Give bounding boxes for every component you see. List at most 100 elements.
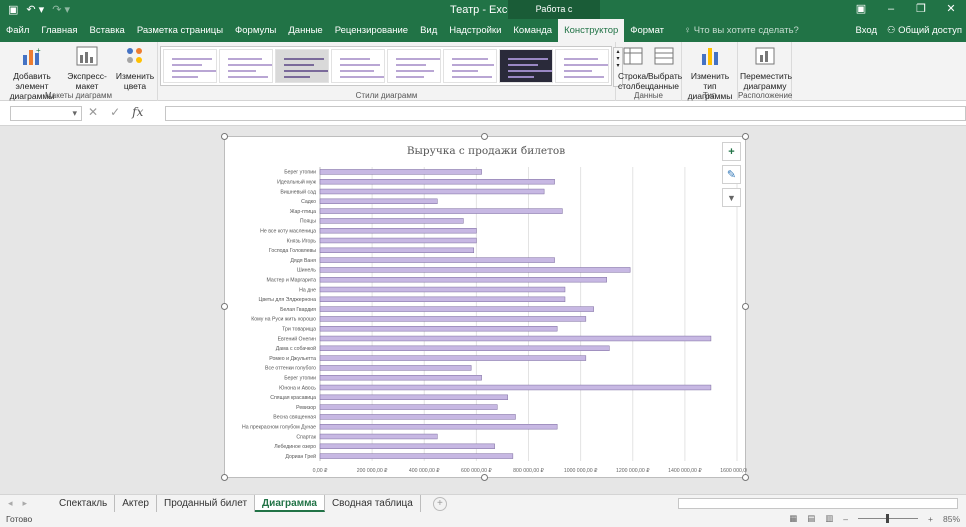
chart-area[interactable]: Выручка с продажи билетов 0,00 ₽ 200 000,0…: [224, 136, 747, 478]
tell-me-search[interactable]: ♀ Что вы хотите сделать?: [670, 19, 799, 42]
tab-insert[interactable]: Вставка: [84, 19, 131, 42]
select-data-button[interactable]: Выбрать данные: [648, 45, 682, 91]
enter-icon[interactable]: ✓: [110, 105, 120, 119]
category-label: Все оттенки голубого: [265, 366, 316, 372]
zoom-level[interactable]: 85%: [943, 514, 960, 524]
sheet-tab-performance[interactable]: Спектакль: [52, 495, 116, 512]
x-tick-label: 1000 000,00 ₽: [564, 468, 598, 474]
tab-view[interactable]: Вид: [414, 19, 443, 42]
tab-design[interactable]: Конструктор: [558, 19, 625, 42]
add-sheet-button[interactable]: +: [432, 496, 447, 511]
page-break-view-icon[interactable]: ▥: [825, 513, 833, 524]
chart-style-2[interactable]: [219, 49, 273, 83]
normal-view-icon[interactable]: ▦: [789, 513, 797, 524]
resize-handle-tc[interactable]: [481, 133, 488, 140]
switch-row-column-icon: [623, 47, 643, 65]
bar: [319, 198, 438, 204]
restore-button[interactable]: ❐: [906, 0, 936, 19]
bar: [319, 286, 566, 293]
resize-handle-tr[interactable]: [742, 133, 749, 140]
insert-function-icon[interactable]: fx: [132, 105, 143, 119]
resize-handle-bl[interactable]: [221, 474, 228, 481]
chart-style-1[interactable]: [163, 49, 217, 83]
share-button[interactable]: ⚇ Общий доступ: [887, 19, 962, 42]
name-box[interactable]: ▾: [10, 106, 82, 121]
change-colors-button[interactable]: Изменить цвета: [114, 45, 156, 91]
category-label: Лебединое озеро: [274, 444, 316, 450]
x-tick-label: 400 000,00 ₽: [409, 468, 440, 474]
category-label: Вишневый сад: [280, 188, 316, 195]
minimize-button[interactable]: –: [876, 0, 906, 19]
formula-input[interactable]: [165, 106, 966, 121]
tab-page-layout[interactable]: Разметка страницы: [131, 19, 229, 42]
close-button[interactable]: ✕: [936, 0, 966, 19]
sheet-tabs-bar: ◂ ▸ Спектакль Актер Проданный билет Диаг…: [0, 494, 966, 512]
bar: [319, 208, 563, 214]
zoom-in-button[interactable]: +: [928, 514, 933, 524]
chart-style-3[interactable]: [275, 49, 329, 83]
undo-icon[interactable]: ↶ ▾: [26, 3, 44, 16]
tab-review[interactable]: Рецензирование: [329, 19, 414, 42]
bar: [319, 365, 472, 371]
sheet-tab-chart[interactable]: Диаграмма: [255, 495, 325, 512]
ribbon-group-type: Изменить тип диаграммы Тип: [682, 42, 738, 101]
view-controls: ▦ ▤ ▥ – + 85%: [789, 513, 960, 524]
ribbon-group-data: Строка/ столбец Выбрать данные Данные: [616, 42, 682, 101]
chart-style-7[interactable]: [499, 49, 553, 83]
chart-style-5[interactable]: [387, 49, 441, 83]
sheet-tab-pivot[interactable]: Сводная таблица: [325, 495, 421, 512]
sign-in-link[interactable]: Вход: [856, 19, 878, 42]
tab-home[interactable]: Главная: [35, 19, 83, 42]
resize-handle-tl[interactable]: [221, 133, 228, 140]
group-label-location: Расположение: [738, 91, 793, 100]
ribbon-group-layouts: + Добавить элемент диаграммы Экспресс-ма…: [0, 42, 158, 101]
chart-style-4[interactable]: [331, 49, 385, 83]
chart-styles-button[interactable]: ✎: [722, 165, 741, 184]
chart-styles-gallery[interactable]: ▴ ▾ ▾: [160, 46, 623, 87]
resize-handle-bc[interactable]: [481, 474, 488, 481]
horizontal-scrollbar[interactable]: [678, 498, 958, 509]
bar: [319, 345, 610, 352]
tab-format[interactable]: Формат: [624, 19, 670, 42]
sheet-tab-actor[interactable]: Актер: [115, 495, 157, 512]
zoom-slider[interactable]: [858, 514, 919, 523]
tab-addins[interactable]: Надстройки: [443, 19, 507, 42]
x-tick-label: 1600 000,00 ₽: [720, 468, 747, 474]
redo-icon[interactable]: ↷ ▾: [52, 3, 70, 16]
bar: [319, 277, 607, 283]
ribbon-options-button[interactable]: ▣: [846, 0, 876, 19]
resize-handle-br[interactable]: [742, 474, 749, 481]
chart-style-8[interactable]: [555, 49, 609, 83]
tab-formulas[interactable]: Формулы: [229, 19, 282, 42]
category-label: Ревизор: [296, 405, 316, 411]
prev-sheet-icon[interactable]: ◂: [8, 498, 13, 509]
group-label-type: Тип: [702, 91, 717, 100]
cancel-icon[interactable]: ✕: [88, 105, 98, 119]
next-sheet-icon[interactable]: ▸: [23, 498, 28, 509]
save-icon[interactable]: ▣: [8, 3, 18, 16]
chart-filters-button[interactable]: ▼: [722, 188, 741, 207]
switch-row-column-button[interactable]: Строка/ столбец: [618, 45, 650, 91]
tab-file[interactable]: Файл: [0, 19, 35, 42]
category-label: Кому на Руси жить хорошо: [251, 317, 316, 323]
bar: [319, 179, 555, 185]
tab-data[interactable]: Данные: [282, 19, 328, 42]
zoom-out-button[interactable]: –: [843, 514, 848, 524]
resize-handle-mr[interactable]: [742, 303, 749, 310]
page-layout-view-icon[interactable]: ▤: [807, 513, 815, 524]
bar: [319, 257, 555, 263]
tab-team[interactable]: Команда: [507, 19, 558, 42]
person-icon: ⚇: [887, 25, 899, 36]
category-label: Весна священная: [273, 415, 316, 421]
chart-style-6[interactable]: [443, 49, 497, 83]
quick-layout-button[interactable]: Экспресс-макет: [62, 45, 112, 91]
resize-handle-ml[interactable]: [221, 303, 228, 310]
context-tab-label: Работа с диаграммами: [508, 0, 600, 33]
sheet-tab-sold-ticket[interactable]: Проданный билет: [157, 495, 256, 512]
chart-elements-button[interactable]: +: [722, 142, 741, 161]
category-label: Цветы для Элджернона: [259, 297, 317, 303]
bar: [319, 335, 712, 342]
move-chart-button[interactable]: Переместить диаграмму: [740, 45, 792, 91]
palette-icon: [127, 48, 142, 63]
tell-me-label: Что вы хотите сделать?: [693, 25, 799, 36]
